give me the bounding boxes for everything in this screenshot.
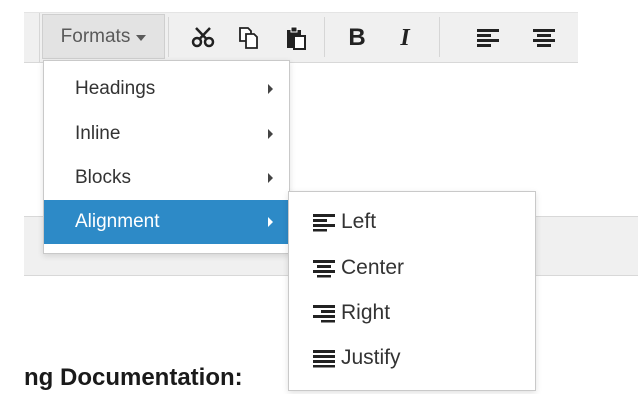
copy-button[interactable] bbox=[231, 21, 267, 55]
align-center-icon bbox=[313, 260, 335, 278]
editor-toolbar: Formats B I bbox=[24, 12, 578, 63]
align-center-button[interactable] bbox=[526, 21, 562, 55]
formats-dropdown-button[interactable]: Formats bbox=[42, 14, 165, 59]
toolbar-separator bbox=[168, 17, 169, 57]
document-heading: ng Documentation: bbox=[24, 364, 243, 391]
submenu-item-label: Left bbox=[341, 210, 377, 233]
submenu-item-center[interactable]: Center bbox=[289, 246, 535, 290]
chevron-right-icon bbox=[268, 129, 273, 139]
chevron-right-icon bbox=[268, 84, 273, 94]
align-left-icon bbox=[477, 29, 499, 47]
chevron-right-icon bbox=[268, 173, 273, 183]
submenu-item-label: Center bbox=[341, 256, 405, 279]
italic-button[interactable]: I bbox=[387, 21, 423, 55]
submenu-item-label: Justify bbox=[341, 346, 401, 369]
submenu-item-left[interactable]: Left bbox=[289, 200, 535, 244]
submenu-item-right[interactable]: Right bbox=[289, 291, 535, 335]
toolbar-separator bbox=[439, 17, 440, 57]
formats-label: Formats bbox=[60, 25, 131, 47]
align-left-button[interactable] bbox=[470, 21, 506, 55]
menu-item-label: Inline bbox=[75, 123, 121, 144]
chevron-right-icon bbox=[268, 217, 273, 227]
bold-button[interactable]: B bbox=[339, 21, 375, 55]
menu-item-label: Blocks bbox=[75, 167, 131, 188]
bold-icon: B bbox=[348, 24, 366, 51]
caret-down-icon bbox=[136, 34, 147, 41]
submenu-item-label: Right bbox=[341, 301, 391, 324]
italic-icon: I bbox=[400, 24, 410, 51]
toolbar-separator bbox=[324, 17, 325, 57]
copy-icon bbox=[239, 27, 258, 49]
paste-button[interactable] bbox=[278, 21, 314, 55]
cut-button[interactable] bbox=[185, 21, 221, 55]
cut-icon bbox=[191, 27, 215, 48]
align-left-icon bbox=[313, 214, 335, 232]
menu-item-headings[interactable]: Headings bbox=[44, 67, 289, 111]
toolbar-divider bbox=[39, 13, 40, 62]
align-right-icon bbox=[313, 305, 335, 323]
submenu-item-justify[interactable]: Justify bbox=[289, 336, 535, 380]
paste-icon bbox=[287, 26, 306, 50]
menu-item-label: Headings bbox=[75, 78, 156, 99]
menu-item-label: Alignment bbox=[75, 211, 160, 232]
formats-menu: Headings Inline Blocks Alignment bbox=[43, 60, 290, 254]
align-center-icon bbox=[533, 29, 555, 47]
menu-item-inline[interactable]: Inline bbox=[44, 112, 289, 156]
menu-item-alignment[interactable]: Alignment bbox=[44, 200, 289, 244]
align-justify-icon bbox=[313, 350, 335, 368]
alignment-submenu: Left Center Right Justify bbox=[288, 191, 536, 391]
menu-item-blocks[interactable]: Blocks bbox=[44, 156, 289, 200]
